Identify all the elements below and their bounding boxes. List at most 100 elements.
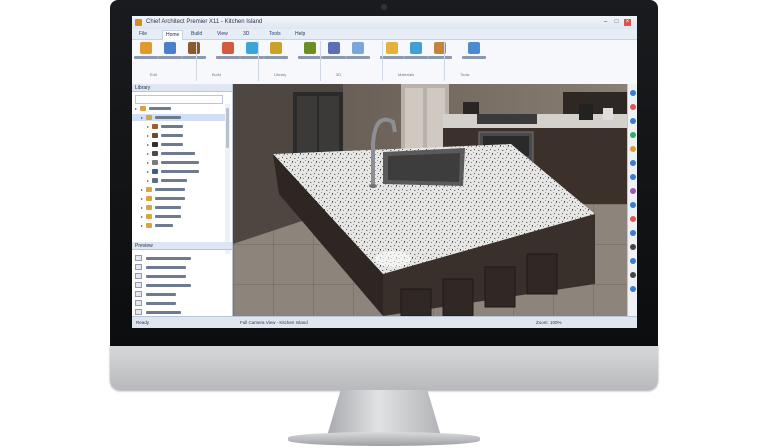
view-tool-icon[interactable] (630, 90, 636, 96)
roof-button[interactable] (298, 42, 322, 68)
catalog-item[interactable] (135, 308, 225, 316)
tab-3d[interactable]: 3D (240, 30, 252, 39)
door-icon (222, 42, 234, 54)
tree-item-label (161, 179, 187, 182)
view-tool-icon[interactable] (630, 188, 636, 194)
expand-arrow-icon[interactable]: ▸ (141, 187, 145, 192)
status-left: Ready (136, 320, 150, 325)
tab-build[interactable]: Build (188, 30, 205, 39)
expand-arrow-icon[interactable]: ▸ (141, 115, 145, 120)
library-tree-item[interactable]: ▸ (132, 213, 226, 220)
button-label (462, 56, 486, 59)
library-scrollbar[interactable] (225, 104, 230, 254)
expand-arrow-icon[interactable]: ▸ (147, 133, 151, 138)
room-button[interactable] (264, 42, 288, 68)
close-icon[interactable]: × (624, 19, 631, 26)
view-tool-icon[interactable] (630, 244, 636, 250)
expand-arrow-icon[interactable]: ▸ (147, 151, 151, 156)
expand-arrow-icon[interactable]: ▸ (147, 160, 151, 165)
wall-icon (164, 42, 176, 54)
ribbon-group-library: Library (274, 72, 287, 77)
view-tool-icon[interactable] (630, 286, 636, 292)
expand-arrow-icon[interactable]: ▸ (141, 196, 145, 201)
render-button[interactable] (346, 42, 370, 68)
library-tree-item[interactable]: ▸ (132, 186, 226, 193)
minimize-icon[interactable]: – (602, 19, 609, 26)
view-tool-icon[interactable] (630, 146, 636, 152)
folder-icon (152, 178, 158, 183)
view-tool-icon[interactable] (630, 202, 636, 208)
status-bar: Ready Full Camera View - Kitchen Island … (132, 316, 637, 328)
catalog-item[interactable] (135, 290, 225, 298)
3d-camera-view[interactable] (233, 84, 627, 316)
expand-arrow-icon[interactable]: ▸ (147, 124, 151, 129)
ribbon-separator (196, 41, 197, 81)
catalog-item[interactable] (135, 281, 225, 289)
view-tool-icon[interactable] (630, 230, 636, 236)
expand-arrow-icon[interactable]: ▸ (147, 169, 151, 174)
select-button[interactable] (134, 42, 158, 68)
catalog-item[interactable] (135, 272, 225, 280)
tab-help[interactable]: Help (292, 30, 308, 39)
expand-arrow-icon[interactable]: ▸ (141, 205, 145, 210)
scroll-thumb[interactable] (226, 108, 229, 148)
ribbon-separator (258, 41, 259, 81)
view-tool-icon[interactable] (630, 104, 636, 110)
right-toolbar (627, 84, 637, 316)
view-tool-icon[interactable] (630, 216, 636, 222)
view-tool-icon[interactable] (630, 160, 636, 166)
expand-arrow-icon[interactable]: ▸ (147, 142, 151, 147)
maximize-icon[interactable]: □ (613, 19, 620, 26)
monitor-chin (110, 346, 658, 390)
paint-button[interactable] (404, 42, 428, 68)
library-search-input[interactable] (135, 95, 223, 104)
tab-file[interactable]: File (136, 30, 150, 39)
layer-button[interactable] (462, 42, 486, 68)
tab-view[interactable]: View (214, 30, 231, 39)
window-button[interactable] (240, 42, 264, 68)
material-button[interactable] (380, 42, 404, 68)
select-icon (140, 42, 152, 54)
folder-icon (146, 115, 152, 120)
measure-button[interactable] (428, 42, 452, 68)
library-tree-item[interactable]: ▸ (132, 114, 226, 121)
tree-item-label (161, 125, 183, 128)
tab-tools[interactable]: Tools (266, 30, 284, 39)
library-tree-item[interactable]: ▸ (132, 132, 226, 139)
catalog-item[interactable] (135, 263, 225, 271)
expand-arrow-icon[interactable]: ▸ (147, 178, 151, 183)
expand-arrow-icon[interactable]: ▸ (135, 106, 139, 111)
library-tree-item[interactable]: ▸ (132, 168, 226, 175)
view-tool-icon[interactable] (630, 132, 636, 138)
folder-icon (152, 151, 158, 156)
view-tool-icon[interactable] (630, 174, 636, 180)
expand-arrow-icon[interactable]: ▸ (141, 223, 145, 228)
library-tree-item[interactable]: ▸ (132, 141, 226, 148)
library-tree-item[interactable]: ▸ (132, 195, 226, 202)
library-tree-item[interactable]: ▸ (132, 159, 226, 166)
camera-icon (328, 42, 340, 54)
view-tool-icon[interactable] (630, 258, 636, 264)
item-thumbnail-icon (135, 255, 142, 261)
view-tool-icon[interactable] (630, 272, 636, 278)
library-tree-item[interactable]: ▸ (132, 105, 226, 112)
button-label (346, 56, 370, 59)
catalog-item[interactable] (135, 299, 225, 307)
library-tree-item[interactable]: ▸ (132, 150, 226, 157)
wall-button[interactable] (158, 42, 182, 68)
ribbon-group-materials: Materials (398, 72, 415, 77)
view-tool-icon[interactable] (630, 118, 636, 124)
app-icon[interactable] (135, 19, 142, 26)
camera-button[interactable] (322, 42, 346, 68)
cabinet-button[interactable] (182, 42, 206, 68)
library-tree-item[interactable]: ▸ (132, 204, 226, 211)
tab-home[interactable]: Home (162, 30, 184, 40)
button-label (158, 56, 182, 59)
library-tree-item[interactable]: ▸ (132, 123, 226, 130)
library-tree-item[interactable]: ▸ (132, 177, 226, 184)
catalog-item[interactable] (135, 254, 225, 262)
library-tree-item[interactable]: ▸ (132, 222, 226, 229)
folder-icon (146, 187, 152, 192)
expand-arrow-icon[interactable]: ▸ (141, 214, 145, 219)
door-button[interactable] (216, 42, 240, 68)
